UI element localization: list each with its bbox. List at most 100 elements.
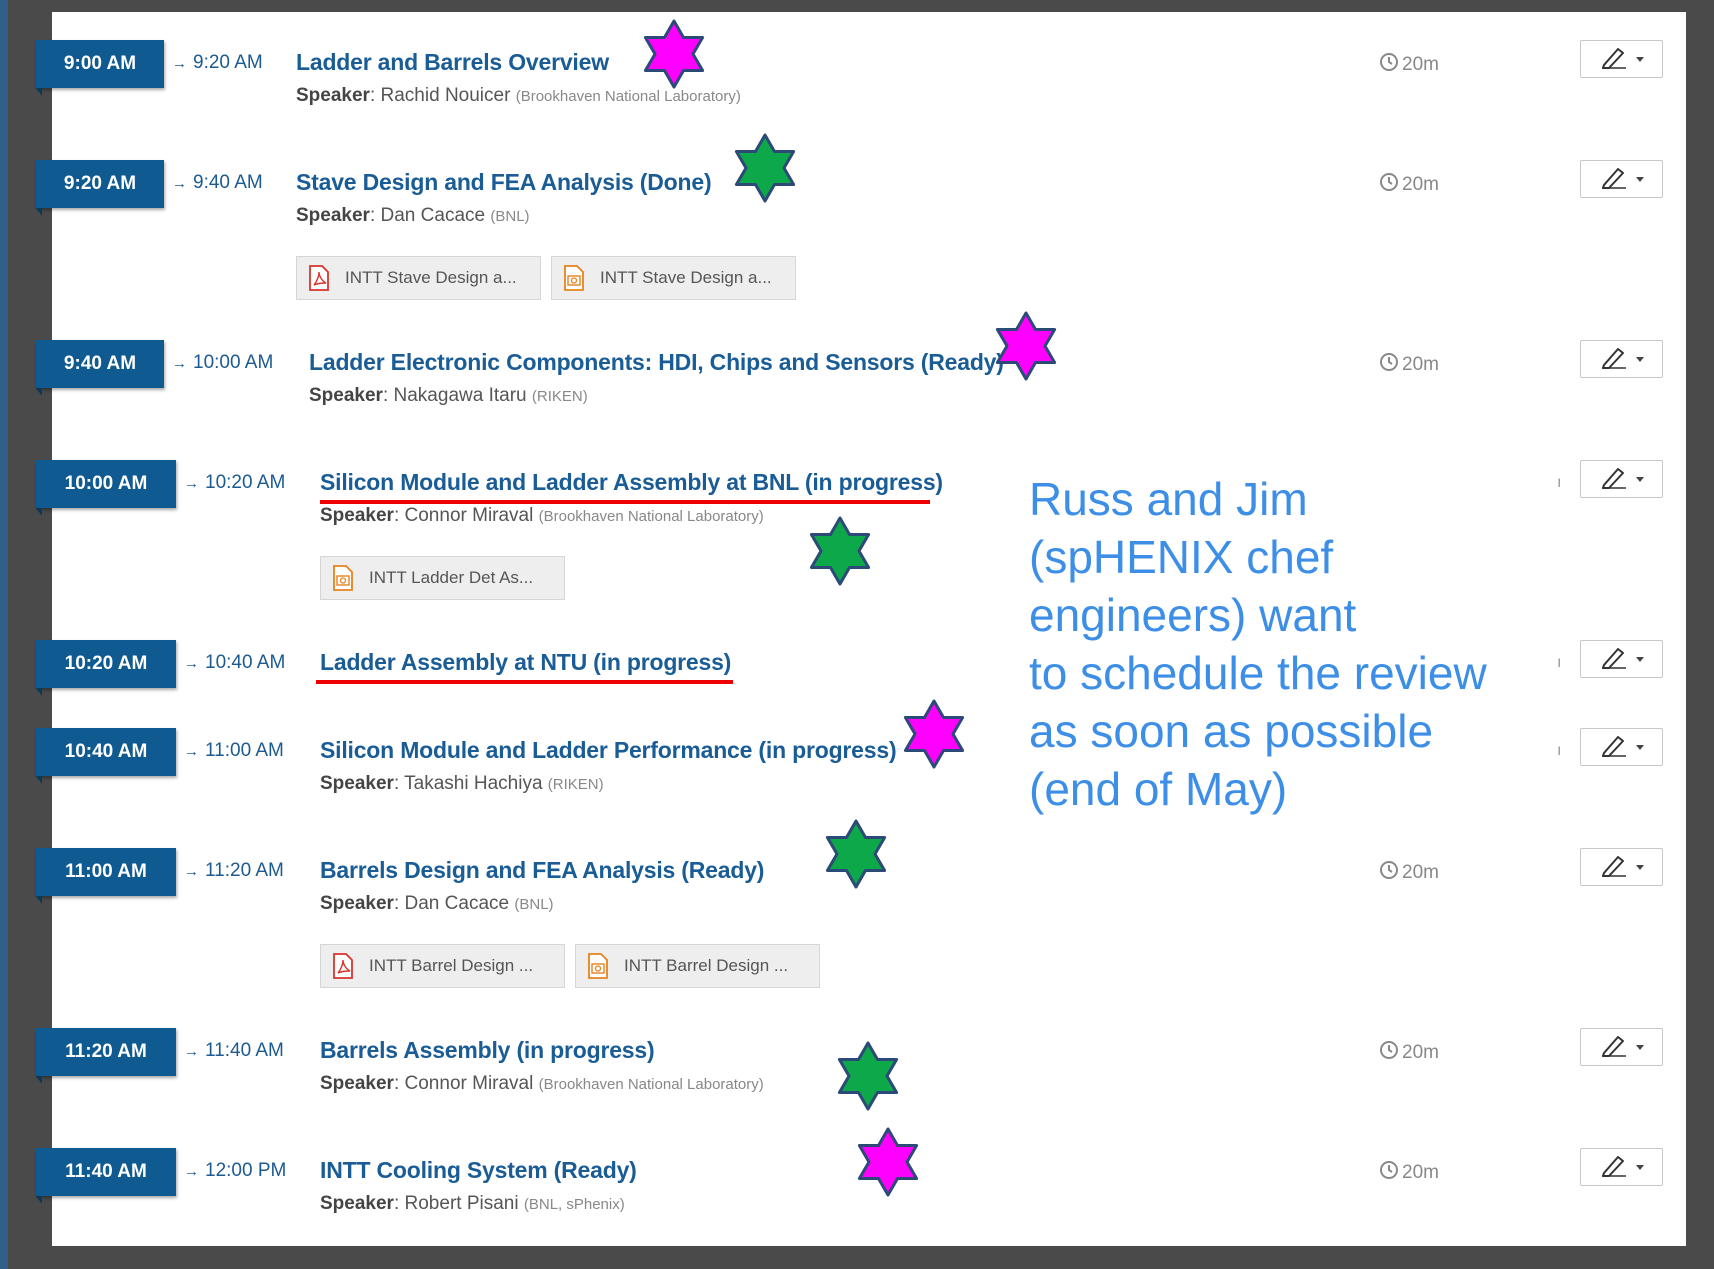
speaker-line: Speaker: Dan Cacace (BNL) <box>296 205 530 227</box>
speaker-name: Nakagawa Itaru <box>393 385 527 406</box>
magenta-star-icon <box>898 698 970 775</box>
edit-dropdown-button[interactable] <box>1580 340 1663 378</box>
speaker-label: Speaker <box>309 385 383 406</box>
green-star-icon <box>820 818 892 895</box>
speaker-label: Speaker <box>320 1073 394 1094</box>
clock-icon <box>1379 1160 1399 1186</box>
arrow-icon: → <box>172 175 187 192</box>
speaker-line: Speaker: Robert Pisani (BNL, sPhenix) <box>320 1193 625 1215</box>
speaker-name: Robert Pisani <box>404 1193 519 1214</box>
start-time-badge: 10:20 AM <box>36 640 176 696</box>
clock-icon <box>1379 860 1399 886</box>
edit-dropdown-button[interactable] <box>1580 40 1663 78</box>
speaker-affiliation: (RIKEN) <box>531 388 588 405</box>
speaker-line: Speaker: Dan Cacace (BNL) <box>320 893 554 915</box>
speaker-label: Speaker <box>320 1193 394 1214</box>
edit-dropdown-button[interactable] <box>1580 1148 1663 1186</box>
attachment-list: INTT Stave Design a... INTT Stave Design … <box>296 256 796 300</box>
attachment-list: INTT Barrel Design ... INTT Barrel Design… <box>320 944 820 988</box>
start-time-badge: 9:40 AM <box>36 340 164 396</box>
speaker-colon: : <box>393 773 405 794</box>
edit-dropdown-button[interactable] <box>1580 460 1663 498</box>
duration-text: 20m <box>1402 1042 1439 1063</box>
end-time-text: 11:00 AM <box>205 740 284 761</box>
arrow-icon: → <box>172 355 187 372</box>
attachment-button[interactable]: INTT Barrel Design ... <box>320 944 565 988</box>
speaker-colon: : <box>369 205 381 226</box>
edit-dropdown-button[interactable] <box>1580 848 1663 886</box>
speaker-label: Speaker <box>296 85 370 106</box>
arrow-icon: → <box>184 1043 199 1060</box>
red-underline <box>316 680 733 684</box>
chevron-down-icon <box>1635 56 1644 62</box>
annotation-note: Russ and Jim (spHENIX chef engineers) wa… <box>1029 470 1549 818</box>
pencil-icon <box>1600 1152 1628 1183</box>
attachment-label: INTT Ladder Det As... <box>369 568 534 587</box>
annotation-line: as soon as possible <box>1029 705 1434 757</box>
contribution-title[interactable]: INTT Cooling System (Ready) <box>320 1157 637 1184</box>
start-time-badge: 9:00 AM <box>36 40 164 96</box>
contribution-title[interactable]: Stave Design and FEA Analysis (Done) <box>296 169 712 196</box>
pencil-icon <box>1600 344 1628 375</box>
green-star-icon <box>804 515 876 592</box>
speaker-affiliation: (Brookhaven National Laboratory) <box>538 508 764 525</box>
speaker-name: Connor Miraval <box>404 505 534 526</box>
magenta-star-icon <box>852 1126 924 1203</box>
chevron-down-icon <box>1635 1164 1644 1170</box>
end-time-text: 12:00 PM <box>205 1160 287 1181</box>
attachment-label: INTT Stave Design a... <box>600 268 772 287</box>
magenta-star-icon <box>638 18 710 95</box>
chevron-down-icon <box>1635 176 1644 182</box>
contribution-title[interactable]: Ladder Electronic Components: HDI, Chips… <box>309 349 1004 376</box>
speaker-affiliation: (BNL) <box>490 208 530 225</box>
speaker-name: Rachid Nouicer <box>380 85 511 106</box>
contribution-title[interactable]: Barrels Assembly (in progress) <box>320 1037 655 1064</box>
start-time-badge: 11:20 AM <box>36 1028 176 1084</box>
contribution-title[interactable]: Barrels Design and FEA Analysis (Ready) <box>320 857 764 884</box>
speaker-colon: : <box>382 385 394 406</box>
arrow-icon: → <box>172 55 187 72</box>
speaker-affiliation: (BNL, sPhenix) <box>523 1196 625 1213</box>
speaker-affiliation: (BNL) <box>514 896 554 913</box>
attachment-label: INTT Barrel Design ... <box>369 956 534 975</box>
chevron-down-icon <box>1635 476 1644 482</box>
start-time-badge: 11:00 AM <box>36 848 176 904</box>
speaker-name: Dan Cacace <box>380 205 486 226</box>
speaker-colon: : <box>393 1073 405 1094</box>
edit-dropdown-button[interactable] <box>1580 1028 1663 1066</box>
green-star-icon <box>729 132 801 209</box>
speaker-name: Connor Miraval <box>404 1073 534 1094</box>
contribution-title[interactable]: Silicon Module and Ladder Performance (i… <box>320 737 897 764</box>
duration: 20m <box>1379 172 1439 198</box>
attachment-button[interactable]: INTT Ladder Det As... <box>320 556 565 600</box>
edit-dropdown-button[interactable] <box>1580 640 1663 678</box>
end-time: → 11:40 AM <box>184 1040 284 1062</box>
duration-text: 20m <box>1402 1162 1439 1183</box>
red-underline <box>320 500 930 504</box>
chevron-down-icon <box>1635 744 1644 750</box>
start-time-badge: 10:00 AM <box>36 460 176 516</box>
green-star-icon <box>832 1040 904 1117</box>
annotation-line: to schedule the review <box>1029 647 1487 699</box>
duration: 20m <box>1379 352 1439 378</box>
duration-truncated: ı <box>1557 654 1562 671</box>
contribution-title[interactable]: Ladder and Barrels Overview <box>296 49 609 76</box>
edit-dropdown-button[interactable] <box>1580 160 1663 198</box>
arrow-icon: → <box>184 475 199 492</box>
annotation-line: Russ and Jim <box>1029 473 1308 525</box>
contribution-title[interactable]: Ladder Assembly at NTU (in progress) <box>320 649 731 676</box>
end-time: → 9:20 AM <box>172 52 263 74</box>
attachment-button[interactable]: INTT Barrel Design ... <box>575 944 820 988</box>
contribution-title[interactable]: Silicon Module and Ladder Assembly at BN… <box>320 469 943 496</box>
end-time-text: 9:20 AM <box>193 52 263 73</box>
attachment-button[interactable]: INTT Stave Design a... <box>551 256 796 300</box>
clock-icon <box>1379 52 1399 78</box>
duration-truncated: ı <box>1557 742 1562 759</box>
attachment-button[interactable]: INTT Stave Design a... <box>296 256 541 300</box>
edit-dropdown-button[interactable] <box>1580 728 1663 766</box>
end-time: → 12:00 PM <box>184 1160 286 1182</box>
speaker-affiliation: (Brookhaven National Laboratory) <box>538 1076 764 1093</box>
speaker-line: Speaker: Nakagawa Itaru (RIKEN) <box>309 385 588 407</box>
arrow-icon: → <box>184 863 199 880</box>
arrow-icon: → <box>184 655 199 672</box>
